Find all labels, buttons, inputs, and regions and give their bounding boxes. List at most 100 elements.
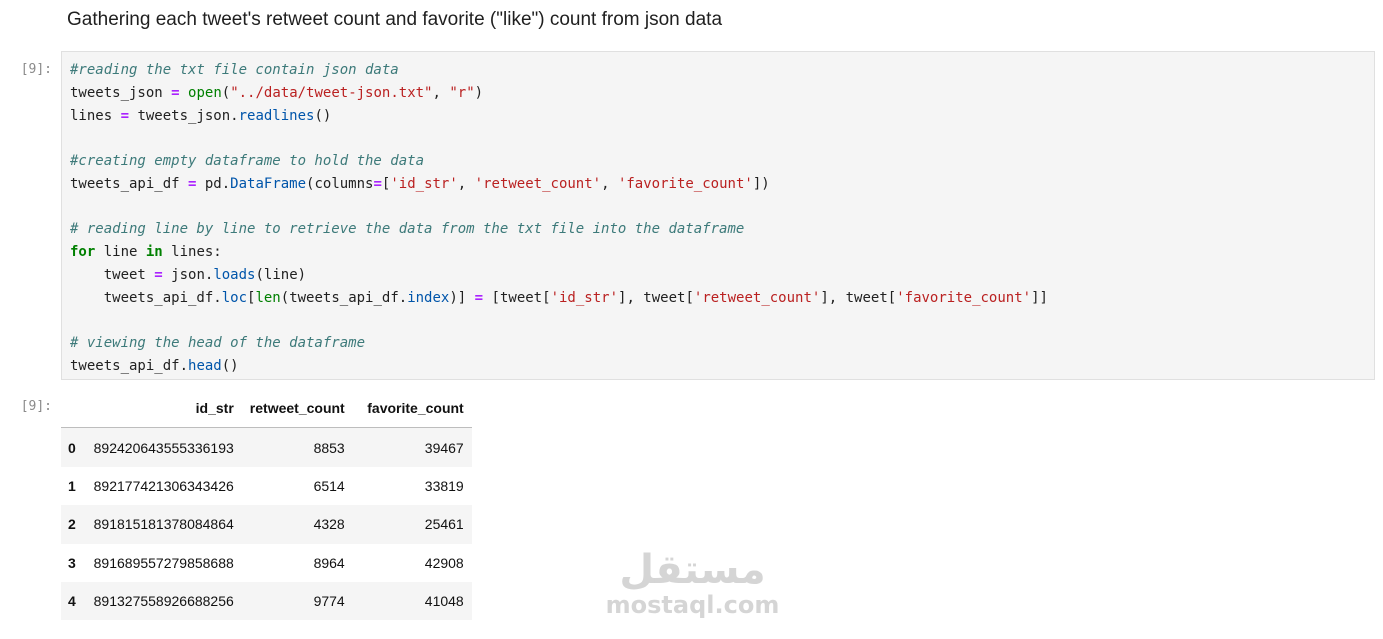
cell-favorite-count: 25461 <box>424 516 464 533</box>
cell-id-str: 891689557279858688 <box>93 554 234 571</box>
code-token: 'id_str' <box>550 289 618 306</box>
cell-retweet-count: 8853 <box>313 439 345 456</box>
code-token: ] <box>820 289 829 306</box>
code-line[interactable]: tweets_api_df.head() <box>70 355 1366 378</box>
code-token: ]) <box>752 175 770 192</box>
table-row: 2 891815181378084864 4328 25461 <box>61 505 472 544</box>
cell-retweet-count: 9774 <box>313 593 345 610</box>
table-row: 4 891327558926688256 9774 41048 <box>61 581 472 621</box>
watermark-arabic-text: مستقل <box>619 547 766 593</box>
code-token: [ <box>491 289 500 306</box>
code-token: tweet <box>70 266 155 283</box>
code-line[interactable]: #creating empty dataframe to hold the da… <box>70 150 1366 173</box>
code-token: [ <box>685 289 694 306</box>
code-line[interactable] <box>70 196 1366 219</box>
code-token: "../data/tweet-json.txt" <box>230 84 433 101</box>
watermark-logo: مستقل mostaql.com <box>600 548 785 618</box>
code-token: () <box>314 107 332 124</box>
code-token: 'favorite_count' <box>617 175 753 192</box>
code-token: lines: <box>162 244 222 260</box>
code-token: = <box>373 175 382 192</box>
column-header: retweet_count <box>241 389 353 429</box>
index-header <box>61 389 84 429</box>
code-token: )] <box>449 289 467 306</box>
code-line[interactable]: # reading line by line to retrieve the d… <box>70 218 1366 241</box>
code-token: ( <box>255 266 264 283</box>
code-token: tweets_json <box>70 84 172 101</box>
code-token: 'retweet_count' <box>474 175 602 192</box>
code-line[interactable]: tweets_api_df.loc[len(tweets_api_df.inde… <box>70 287 1366 310</box>
code-line[interactable]: # viewing the head of the dataframe <box>70 332 1366 355</box>
cell-favorite-count: 41048 <box>424 593 464 610</box>
output-area: id_str retweet_count favorite_count 0 89… <box>61 389 472 621</box>
code-token: head <box>188 357 222 374</box>
code-line[interactable] <box>70 309 1366 332</box>
code-token: lines <box>70 107 121 124</box>
code-token: json. <box>162 266 214 283</box>
code-token: open <box>188 84 222 101</box>
code-token: #creating empty dataframe to hold the da… <box>70 153 425 169</box>
code-token: # reading line by line to retrieve the d… <box>70 221 745 238</box>
code-token: loads <box>213 266 256 283</box>
code-token: "r" <box>449 84 475 101</box>
code-token: tweets_api_df. <box>70 289 222 306</box>
code-line[interactable]: #reading the txt file contain json data <box>70 59 1366 82</box>
table-row: 0 892420643555336193 8853 39467 <box>61 427 472 467</box>
code-token: ( <box>221 84 231 101</box>
code-token: index <box>407 289 450 306</box>
code-token: line <box>263 266 298 283</box>
code-token: = <box>120 107 130 124</box>
row-index: 1 <box>68 477 76 494</box>
code-token: 'favorite_count' <box>896 289 1032 306</box>
code-line[interactable]: for line in lines: <box>70 241 1366 264</box>
code-cell[interactable]: #reading the txt file contain json data t… <box>61 51 1375 380</box>
watermark-latin-text: mostaql.com <box>605 591 780 619</box>
code-token: , tweet <box>828 289 888 306</box>
table-row: 3 891689557279858688 8964 42908 <box>61 544 472 582</box>
code-token: tweets_api_df. <box>70 357 189 374</box>
code-line[interactable]: tweet = json.loads(line) <box>70 264 1366 287</box>
code-token: ]] <box>1031 289 1048 306</box>
row-index: 4 <box>68 593 76 610</box>
code-token: readlines <box>238 107 315 124</box>
code-token: ) <box>297 266 307 283</box>
code-editor[interactable]: #reading the txt file contain json data t… <box>70 59 1366 378</box>
column-header: favorite_count <box>352 389 472 429</box>
code-token: pd. <box>196 175 231 192</box>
code-line[interactable]: tweets_json = open("../data/tweet-json.t… <box>70 82 1366 105</box>
cell-favorite-count: 33819 <box>424 477 464 494</box>
code-line[interactable] <box>70 127 1366 150</box>
code-token: line <box>95 244 146 260</box>
cell-favorite-count: 39467 <box>424 439 464 456</box>
output-prompt: [9]: <box>20 399 52 414</box>
code-token: , <box>432 84 450 101</box>
code-token: tweets_json. <box>129 107 239 124</box>
code-token: ) <box>474 84 484 101</box>
code-token: 'retweet_count' <box>693 289 821 306</box>
row-index: 3 <box>68 554 76 571</box>
dataframe-table: id_str retweet_count favorite_count 0 89… <box>61 389 472 621</box>
cell-retweet-count: 6514 <box>313 477 345 494</box>
code-token: # viewing the head of the dataframe <box>70 335 366 351</box>
code-token: ( <box>280 289 290 306</box>
input-prompt: [9]: <box>20 62 52 77</box>
code-token: [ <box>887 289 897 306</box>
table-row: 1 892177421306343426 6514 33819 <box>61 467 472 505</box>
code-token: = <box>171 84 180 101</box>
cell-favorite-count: 42908 <box>424 554 464 571</box>
code-line[interactable]: tweets_api_df = pd.DataFrame(columns=['i… <box>70 173 1366 196</box>
row-index: 2 <box>68 516 76 533</box>
code-token: = <box>154 266 163 283</box>
code-token: [ <box>542 289 551 306</box>
code-token: in <box>145 244 163 260</box>
code-token: len <box>255 289 281 306</box>
code-line[interactable]: lines = tweets_json.readlines() <box>70 105 1366 128</box>
code-token: #reading the txt file contain json data <box>70 62 399 78</box>
row-index: 0 <box>68 439 76 456</box>
table-header-row: id_str retweet_count favorite_count <box>61 389 472 429</box>
code-token: , tweet <box>626 289 686 306</box>
code-token: loc <box>221 289 248 306</box>
